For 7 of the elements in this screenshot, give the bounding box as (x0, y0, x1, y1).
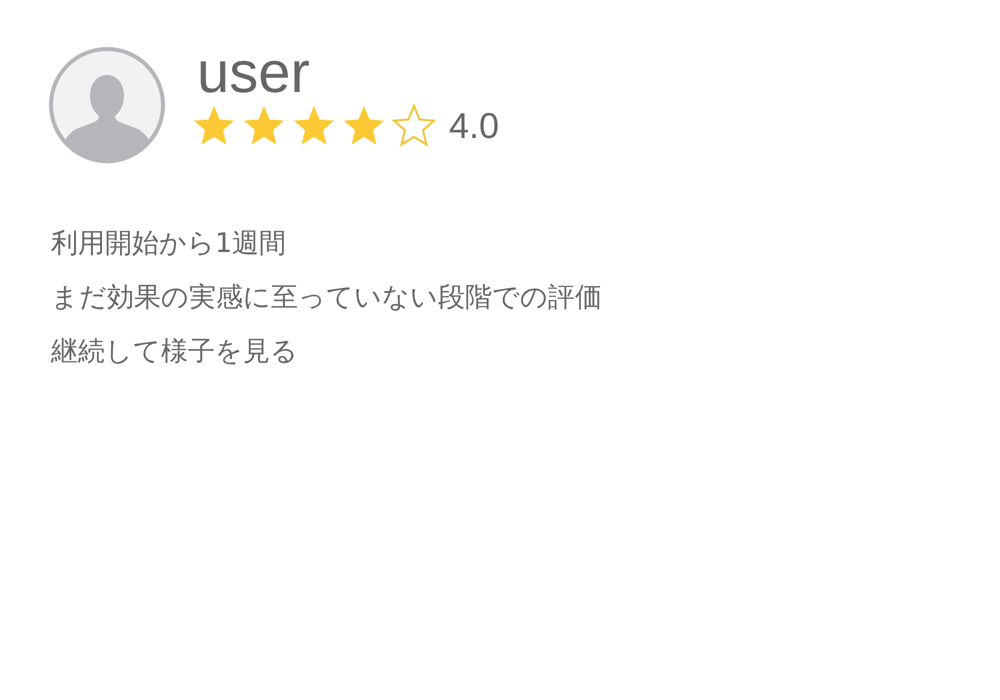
review-text: 利用開始から1週間 (51, 227, 286, 261)
avatar-icon (47, 45, 167, 165)
user-name: user (197, 39, 311, 107)
empty-star-icon (391, 103, 437, 149)
review-text: まだ効果の実感に至っていない段階での評価 (51, 281, 602, 315)
review-text: 継続して様子を見る (51, 335, 298, 369)
rating-value: 4.0 (449, 105, 500, 147)
